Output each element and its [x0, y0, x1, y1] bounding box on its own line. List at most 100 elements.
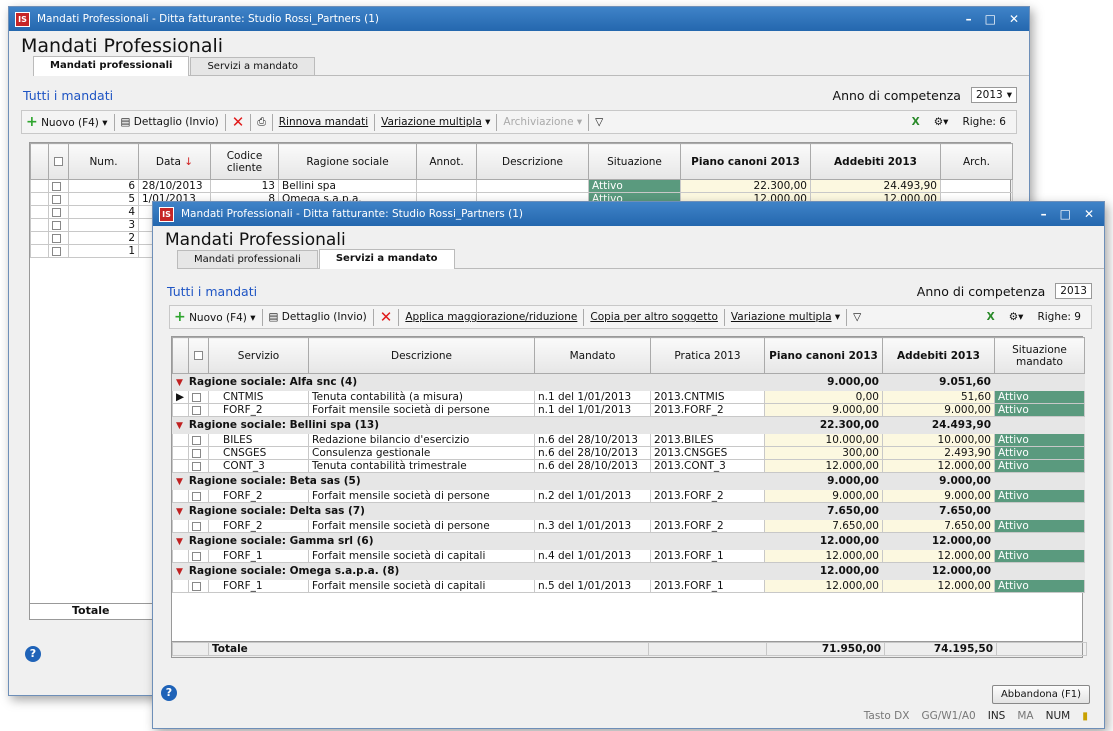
col-ragione[interactable]: Ragione sociale [278, 143, 417, 180]
back-anno-select[interactable]: 2013 ▾ [970, 87, 1017, 103]
back-rinnova-button[interactable]: Rinnova mandati [279, 116, 368, 128]
select-all-checkbox[interactable] [194, 351, 203, 360]
row-checkbox-cell[interactable] [188, 433, 209, 447]
row-checkbox-cell[interactable] [188, 403, 209, 417]
collapse-triangle-icon[interactable]: ▼ [176, 421, 183, 431]
table-row[interactable]: FORF_2 Forfait mensile società di persone… [172, 489, 1085, 503]
col-annot[interactable]: Annot. [416, 143, 477, 180]
back-dettaglio-button[interactable]: ▤ Dettaglio (Invio) [121, 116, 219, 128]
excel-icon[interactable]: X [987, 311, 995, 323]
row-checkbox[interactable] [192, 581, 201, 591]
col-addebiti[interactable]: Addebiti 2013 [810, 143, 941, 180]
tab-mandati-professionali[interactable]: Mandati professionali [33, 56, 190, 76]
row-checkbox[interactable] [192, 405, 201, 415]
front-applica-button[interactable]: Applica maggiorazione/riduzione [405, 311, 577, 323]
row-checkbox[interactable] [192, 551, 201, 561]
row-checkbox[interactable] [52, 220, 61, 230]
col-num[interactable]: Num. [68, 143, 139, 180]
table-row[interactable]: FORF_2 Forfait mensile società di persone… [172, 403, 1085, 417]
table-row[interactable]: FORF_2 Forfait mensile società di persone… [172, 519, 1085, 533]
row-checkbox-cell[interactable] [48, 231, 69, 245]
col-data[interactable]: Data ↓ [138, 143, 211, 180]
col-addebiti[interactable]: Addebiti 2013 [882, 337, 995, 374]
collapse-triangle-icon[interactable]: ▼ [176, 567, 183, 577]
row-checkbox[interactable] [52, 181, 61, 191]
col-arch[interactable]: Arch. [940, 143, 1013, 180]
row-checkbox-cell[interactable] [48, 192, 69, 206]
row-checkbox[interactable] [192, 461, 201, 471]
row-checkbox-cell[interactable] [188, 489, 209, 503]
front-copia-button[interactable]: Copia per altro soggetto [590, 311, 718, 323]
col-pratica[interactable]: Pratica 2013 [650, 337, 765, 374]
abbandona-button[interactable]: Abbandona (F1) [991, 685, 1090, 704]
row-checkbox[interactable] [52, 233, 61, 243]
col-piano[interactable]: Piano canoni 2013 [680, 143, 811, 180]
group-row[interactable]: ▼ Ragione sociale: Alfa snc (4) 9.000,00 9.… [172, 373, 1085, 391]
print-icon[interactable]: ⎙ [257, 116, 265, 129]
row-checkbox-cell[interactable] [188, 446, 209, 460]
col-descrizione[interactable]: Descrizione [476, 143, 589, 180]
tab-servizi-a-mandato[interactable]: Servizi a mandato [318, 249, 455, 269]
front-dettaglio-button[interactable]: ▤ Dettaglio (Invio) [269, 311, 367, 323]
col-situazione-mandato[interactable]: Situazione mandato [994, 337, 1085, 374]
row-checkbox-cell[interactable] [188, 519, 209, 533]
table-row[interactable]: 6 28/10/2013 13 Bellini spa Attivo 22.300,00 2… [30, 179, 1013, 193]
tab-mandati-professionali[interactable]: Mandati professionali [177, 250, 318, 268]
row-checkbox-cell[interactable] [188, 390, 209, 404]
collapse-triangle-icon[interactable]: ▼ [176, 477, 183, 487]
group-row[interactable]: ▼ Ragione sociale: Omega s.a.p.a. (8) 12.0… [172, 562, 1085, 580]
col-piano[interactable]: Piano canoni 2013 [764, 337, 883, 374]
front-anno-select[interactable]: 2013 [1055, 283, 1092, 299]
row-checkbox-cell[interactable] [48, 244, 69, 258]
row-checkbox-cell[interactable] [188, 549, 209, 563]
front-help-icon[interactable]: ? [161, 685, 177, 701]
table-row[interactable]: CONT_3 Tenuta contabilità trimestrale n.6 … [172, 459, 1085, 473]
row-checkbox[interactable] [52, 207, 61, 217]
back-help-icon[interactable]: ? [25, 646, 41, 662]
collapse-triangle-icon[interactable]: ▼ [176, 507, 183, 517]
col-mandato[interactable]: Mandato [534, 337, 651, 374]
back-variazione-button[interactable]: Variazione multipla ▾ [381, 116, 490, 128]
front-variazione-button[interactable]: Variazione multipla ▾ [731, 311, 840, 323]
collapse-triangle-icon[interactable]: ▼ [176, 378, 183, 388]
group-row[interactable]: ▼ Ragione sociale: Bellini spa (13) 22.300… [172, 416, 1085, 434]
back-nuovo-button[interactable]: + Nuovo (F4) ▾ [26, 114, 108, 130]
table-row[interactable]: FORF_1 Forfait mensile società di capital… [172, 549, 1085, 563]
col-codice[interactable]: Codice cliente [210, 143, 279, 180]
row-checkbox-cell[interactable] [48, 179, 69, 193]
row-checkbox[interactable] [192, 521, 201, 531]
table-row[interactable]: FORF_1 Forfait mensile società di capital… [172, 579, 1085, 593]
col-situazione[interactable]: Situazione [588, 143, 681, 180]
minimize-icon[interactable]: – [1041, 207, 1047, 221]
select-all-checkbox[interactable] [54, 157, 63, 166]
table-row[interactable]: BILES Redazione bilancio d'esercizio n.6 d… [172, 433, 1085, 447]
row-checkbox-cell[interactable] [188, 459, 209, 473]
filter-icon[interactable]: ▽ [853, 311, 861, 323]
table-row[interactable]: ▶ CNTMIS Tenuta contabilità (a misura) n.1 … [172, 390, 1085, 404]
gear-icon[interactable]: ⚙▾ [934, 116, 949, 128]
minimize-icon[interactable]: – [966, 12, 972, 26]
excel-icon[interactable]: X [912, 116, 920, 128]
tab-servizi-a-mandato[interactable]: Servizi a mandato [190, 57, 315, 75]
row-checkbox-cell[interactable] [48, 218, 69, 232]
filter-icon[interactable]: ▽ [595, 116, 603, 128]
row-checkbox-cell[interactable] [48, 205, 69, 219]
group-row[interactable]: ▼ Ragione sociale: Beta sas (5) 9.000,00 9.… [172, 472, 1085, 490]
table-row[interactable]: CNSGES Consulenza gestionale n.6 del 28/10… [172, 446, 1085, 460]
row-checkbox[interactable] [192, 435, 201, 445]
row-checkbox[interactable] [192, 448, 201, 458]
row-checkbox[interactable] [52, 194, 61, 204]
maximize-icon[interactable]: □ [985, 12, 996, 26]
back-archiviazione-button[interactable]: Archiviazione ▾ [503, 116, 582, 128]
close-icon[interactable]: ✕ [1009, 12, 1019, 26]
delete-icon[interactable]: ✕ [380, 308, 393, 326]
row-checkbox[interactable] [192, 491, 201, 501]
front-nuovo-button[interactable]: + Nuovo (F4) ▾ [174, 309, 256, 325]
col-servizio[interactable]: Servizio [208, 337, 309, 374]
collapse-triangle-icon[interactable]: ▼ [176, 537, 183, 547]
col-descrizione[interactable]: Descrizione [308, 337, 535, 374]
group-row[interactable]: ▼ Ragione sociale: Delta sas (7) 7.650,00 7… [172, 502, 1085, 520]
delete-icon[interactable]: ✕ [232, 113, 245, 131]
row-checkbox-cell[interactable] [188, 579, 209, 593]
gear-icon[interactable]: ⚙▾ [1009, 311, 1024, 323]
